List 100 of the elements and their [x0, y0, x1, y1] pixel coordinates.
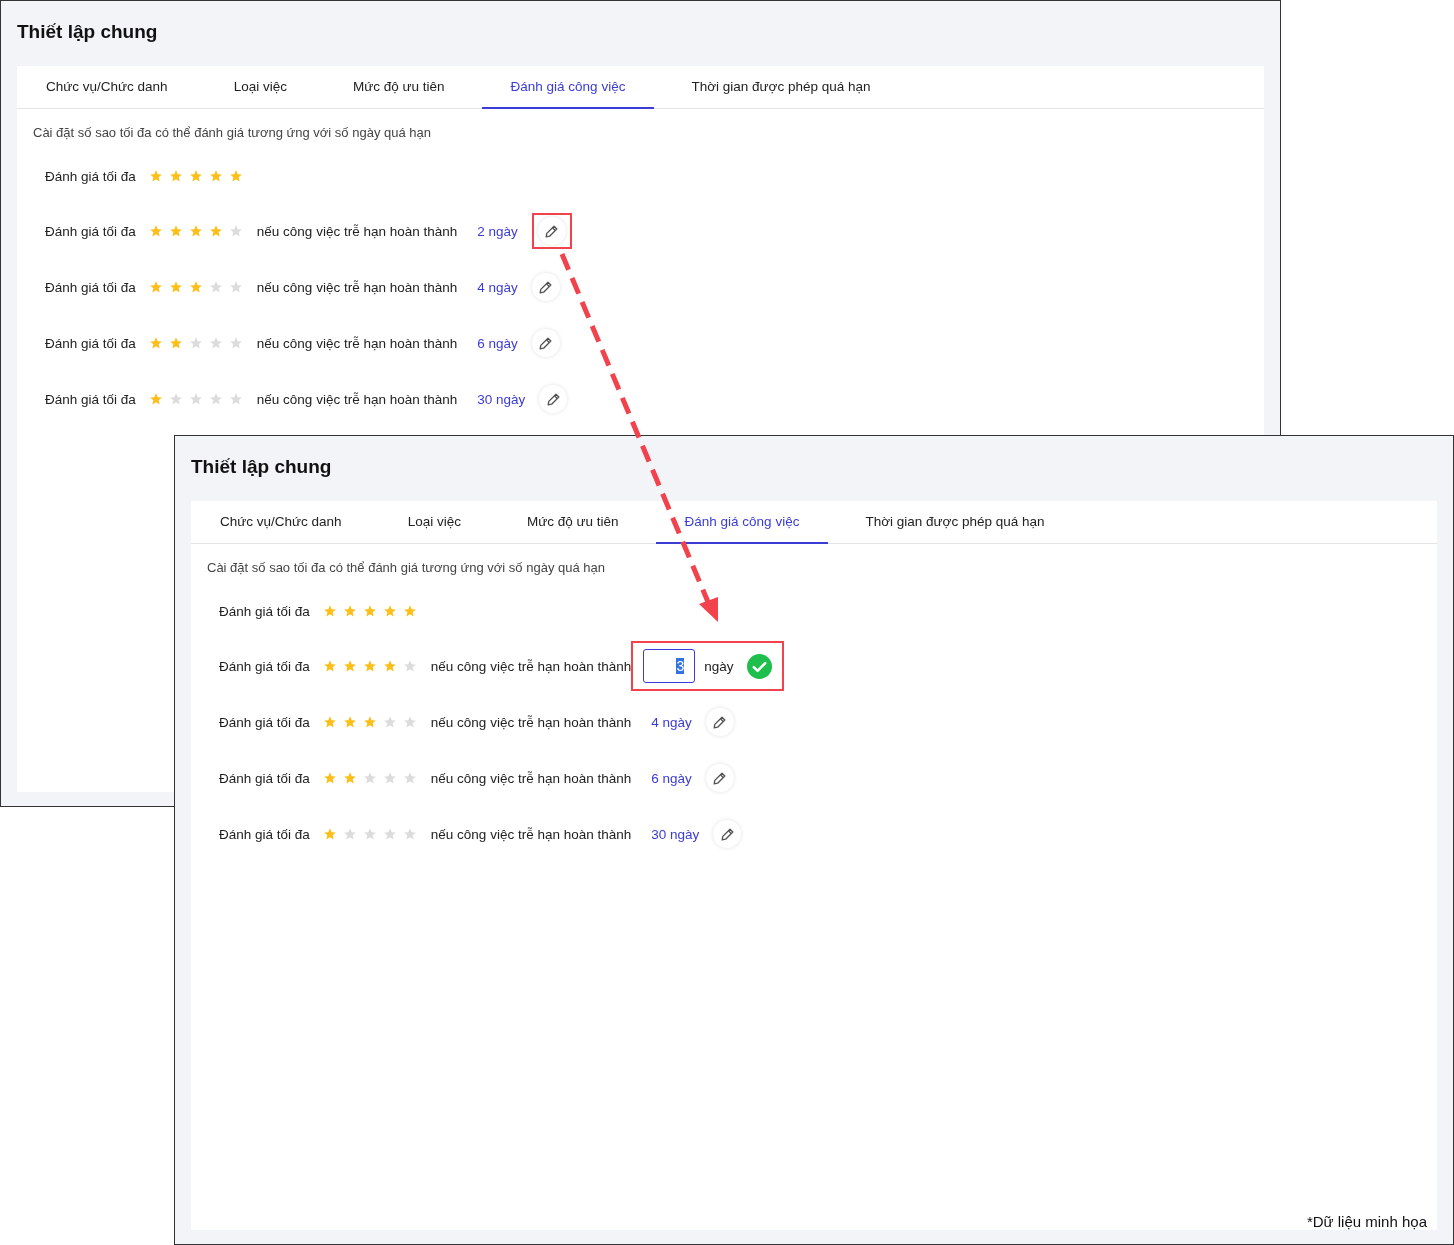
pencil-icon [719, 826, 735, 842]
empty-star-icon [382, 827, 397, 841]
tab[interactable]: Loại việc [378, 501, 490, 544]
condition-text: nếu công việc trễ hạn hoàn thành [430, 714, 632, 730]
tab[interactable]: Mức độ ưu tiên [323, 66, 474, 109]
pencil-icon [538, 279, 554, 295]
star-icon [382, 659, 397, 673]
empty-star-icon [402, 659, 417, 673]
empty-star-icon [228, 224, 243, 238]
edit-button[interactable] [531, 329, 560, 357]
star-icon [382, 604, 397, 618]
star-icon [148, 392, 163, 406]
star-icon [362, 659, 377, 673]
empty-star-icon [228, 280, 243, 294]
pencil-icon [712, 714, 728, 730]
edit-button[interactable] [537, 217, 566, 245]
star-icon [342, 659, 357, 673]
rating-label: Đánh giá tối đa [219, 714, 310, 730]
edit-button[interactable] [531, 273, 560, 301]
condition-text: nếu công việc trễ hạn hoàn thành [430, 770, 632, 786]
pencil-icon [538, 335, 554, 351]
empty-star-icon [362, 827, 377, 841]
empty-star-icon [342, 827, 357, 841]
rating-label: Đánh giá tối đa [219, 770, 310, 786]
rating-label: Đánh giá tối đa [45, 279, 136, 295]
empty-star-icon [188, 392, 203, 406]
tab[interactable]: Đánh giá công việc [481, 66, 655, 109]
empty-star-icon [188, 336, 203, 350]
rating-label: Đánh giá tối đa [219, 826, 310, 842]
star-icon [208, 224, 223, 238]
unit-label: ngày [704, 658, 734, 674]
pencil-icon [712, 770, 728, 786]
pencil-icon [545, 391, 561, 407]
days-link[interactable]: 4 ngày [651, 714, 692, 730]
edit-button[interactable] [539, 385, 568, 413]
condition-text: nếu công việc trễ hạn hoàn thành [430, 658, 632, 674]
edit-button[interactable] [705, 764, 734, 792]
footnote-text: *Dữ liệu minh họa [1306, 1213, 1427, 1230]
star-icon [362, 715, 377, 729]
empty-star-icon [208, 392, 223, 406]
rating-label: Đánh giá tối đa [45, 391, 136, 407]
star-icon [168, 169, 183, 183]
condition-text: nếu công việc trễ hạn hoàn thành [256, 223, 458, 239]
days-link[interactable]: 30 ngày [477, 391, 526, 407]
empty-star-icon [362, 771, 377, 785]
star-icon [148, 336, 163, 350]
empty-star-icon [402, 771, 417, 785]
window-title: Thiết lập chung [191, 456, 333, 479]
confirm-check-icon[interactable] [746, 653, 772, 679]
days-link[interactable]: 6 ngày [651, 770, 692, 786]
days-input[interactable]: 3 [643, 649, 696, 683]
tab[interactable]: Loại việc [204, 66, 316, 109]
star-icon [188, 224, 203, 238]
empty-star-icon [208, 280, 223, 294]
description-text: Cài đặt số sao tối đa có thể đánh giá tương ứng với số ngày quá hạn [33, 125, 432, 140]
star-icon [228, 169, 243, 183]
condition-text: nếu công việc trễ hạn hoàn thành [256, 391, 458, 407]
empty-star-icon [168, 392, 183, 406]
description-text: Cài đặt số sao tối đa có thể đánh giá tương ứng với số ngày quá hạn [207, 560, 606, 575]
tab[interactable]: Thời gian được phép quá hạn [662, 66, 900, 109]
star-icon [168, 336, 183, 350]
empty-star-icon [382, 715, 397, 729]
rating-label: Đánh giá tối đa [219, 603, 310, 619]
tab[interactable]: Chức vụ/Chức danh [191, 501, 371, 544]
star-icon [188, 280, 203, 294]
star-icon [168, 280, 183, 294]
edit-button[interactable] [705, 708, 734, 736]
empty-star-icon [382, 771, 397, 785]
tab[interactable]: Chức vụ/Chức danh [17, 66, 197, 109]
star-icon [168, 224, 183, 238]
star-icon [208, 169, 223, 183]
empty-star-icon [208, 336, 223, 350]
star-icon [148, 280, 163, 294]
star-icon [342, 715, 357, 729]
rating-label: Đánh giá tối đa [45, 223, 136, 239]
rating-label: Đánh giá tối đa [219, 658, 310, 674]
star-icon [148, 224, 163, 238]
empty-star-icon [402, 715, 417, 729]
days-link[interactable]: 30 ngày [651, 826, 700, 842]
star-icon [322, 604, 337, 618]
pencil-icon [544, 223, 560, 239]
star-icon [342, 771, 357, 785]
tab[interactable]: Đánh giá công việc [655, 501, 829, 544]
tab[interactable]: Mức độ ưu tiên [497, 501, 648, 544]
edit-button[interactable] [713, 820, 742, 848]
star-icon [188, 169, 203, 183]
rating-label: Đánh giá tối đa [45, 168, 136, 184]
tab[interactable]: Thời gian được phép quá hạn [836, 501, 1074, 544]
star-icon [322, 715, 337, 729]
window-title: Thiết lập chung [17, 21, 159, 44]
star-icon [362, 604, 377, 618]
days-link[interactable]: 4 ngày [477, 279, 518, 295]
days-link[interactable]: 2 ngày [477, 223, 518, 239]
empty-star-icon [228, 392, 243, 406]
condition-text: nếu công việc trễ hạn hoàn thành [256, 335, 458, 351]
star-icon [148, 169, 163, 183]
star-icon [402, 604, 417, 618]
star-icon [322, 659, 337, 673]
empty-star-icon [228, 336, 243, 350]
days-link[interactable]: 6 ngày [477, 335, 518, 351]
